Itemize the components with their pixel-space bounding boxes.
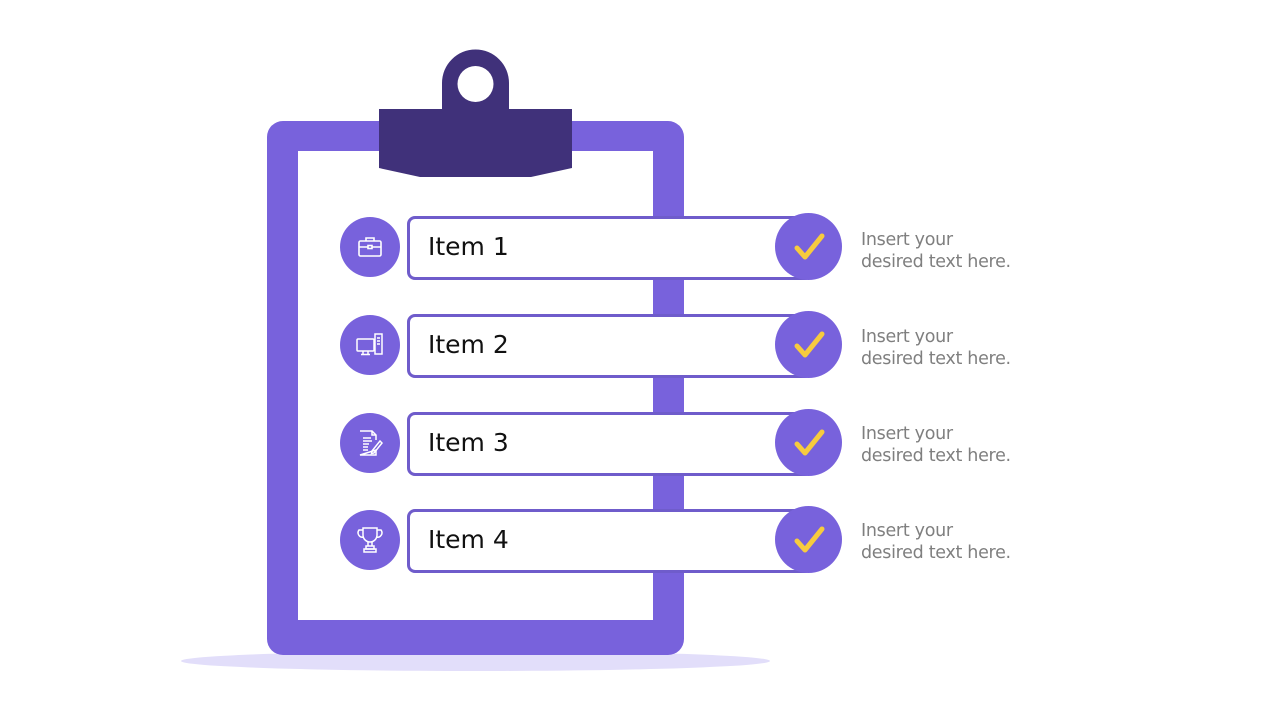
item-description-line: Insert your [861,424,953,444]
item-label: Item 3 [428,428,509,457]
item-label: Item 4 [428,525,509,554]
item-description-line: Insert your [861,521,953,541]
item-icon-badge [340,510,400,570]
clip-hole [457,66,494,102]
item-check-badge [775,506,842,573]
checkmark-icon [794,429,824,455]
item-description: Insert your desired text here. [861,520,1061,564]
item-description: Insert your desired text here. [861,326,1061,370]
checklist-item: Item 1 [340,213,845,280]
clip-body [379,109,572,177]
checklist-item: Item 3 [340,409,845,476]
item-label: Item 2 [428,330,509,359]
trophy-icon [357,527,383,553]
item-description-line: desired text here. [861,252,1011,272]
item-description: Insert your desired text here. [861,423,1061,467]
item-description: Insert your desired text here. [861,229,1061,273]
checklist-item: Item 4 [340,506,845,573]
item-label-box: Item 4 [407,509,813,573]
desktop-computer-icon [356,333,383,356]
checkmark-icon [794,526,824,552]
item-check-badge [775,213,842,280]
item-icon-badge [340,217,400,277]
item-description-line: desired text here. [861,543,1011,563]
item-description-line: desired text here. [861,349,1011,369]
item-label-box: Item 1 [407,216,813,280]
checklist-item: Item 2 [340,311,845,378]
clipboard-clip [379,49,572,177]
item-description-line: Insert your [861,327,953,347]
item-label-box: Item 2 [407,314,813,378]
item-check-badge [775,311,842,378]
item-icon-badge [340,413,400,473]
item-description-line: Insert your [861,230,953,250]
document-edit-icon [359,430,384,456]
item-label-box: Item 3 [407,412,813,476]
item-label: Item 1 [428,232,509,261]
checkmark-icon [794,331,824,357]
checkmark-icon [794,233,824,259]
item-icon-badge [340,315,400,375]
briefcase-icon [358,237,382,257]
item-check-badge [775,409,842,476]
item-description-line: desired text here. [861,446,1011,466]
